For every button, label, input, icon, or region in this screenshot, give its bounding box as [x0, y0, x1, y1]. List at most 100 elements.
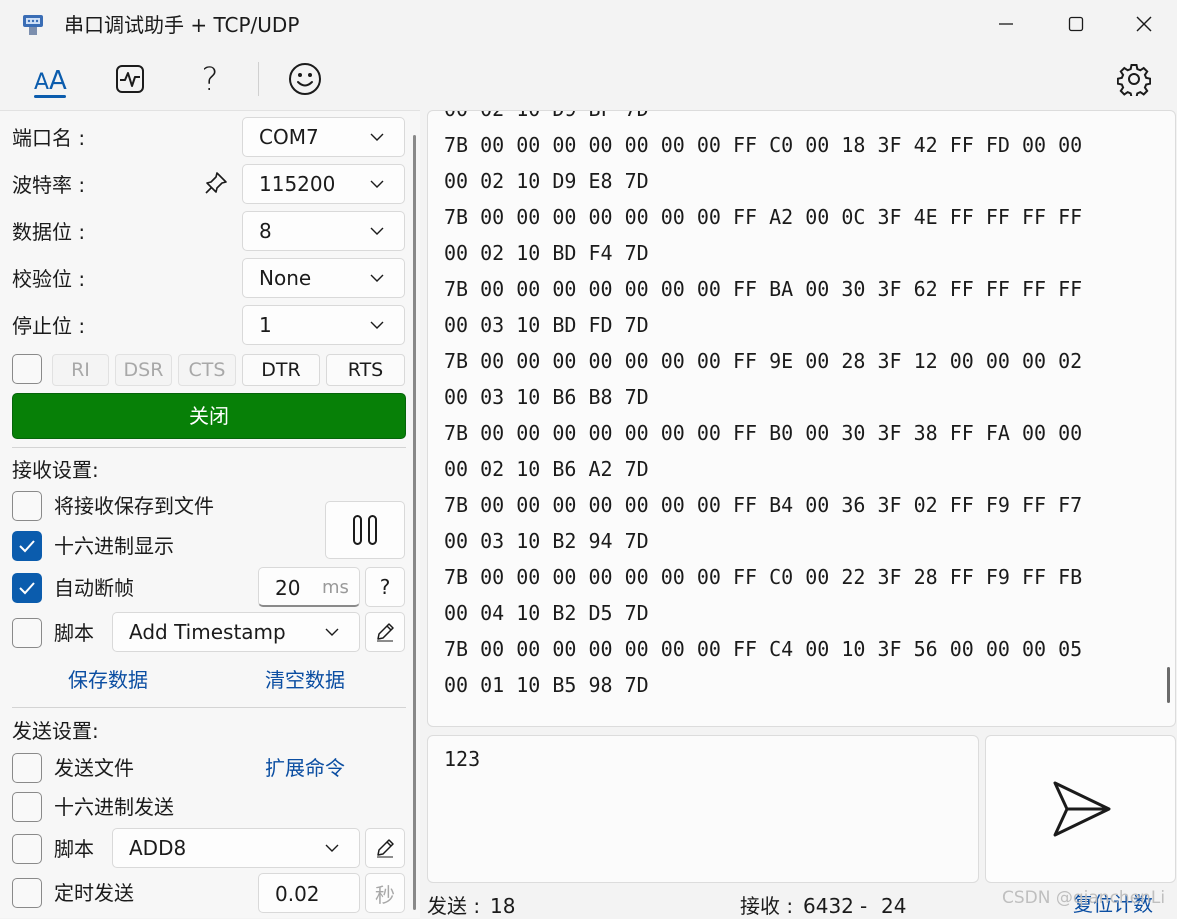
sent-count: 18 — [490, 894, 516, 918]
timed-unit-label: 秒 — [375, 882, 395, 907]
receive-line: 00 02 10 BD F4 7D — [444, 241, 649, 265]
chevron-down-icon — [370, 212, 386, 250]
maximize-button[interactable] — [1042, 0, 1110, 48]
rts-button[interactable]: RTS — [326, 354, 405, 386]
svg-text:A: A — [49, 66, 67, 95]
settings-button[interactable] — [1114, 58, 1154, 100]
pin-icon[interactable] — [203, 170, 229, 200]
receive-line: 7B 00 00 00 00 00 00 00 FF B0 00 30 3F 3… — [444, 421, 1083, 445]
auto-frame-checkbox[interactable] — [12, 573, 42, 603]
receive-line: 00 03 10 B6 B8 7D — [444, 385, 649, 409]
frame-interval-unit: ms — [322, 577, 349, 598]
timed-interval-value: 0.02 — [275, 882, 320, 906]
stopbits-select[interactable]: 1 — [242, 305, 405, 345]
databits-select[interactable]: 8 — [242, 211, 405, 251]
minimize-button[interactable] — [972, 0, 1040, 48]
pause-button[interactable] — [325, 501, 405, 559]
receive-line: 00 03 10 BD FD 7D — [444, 313, 649, 337]
clear-data-link[interactable]: 清空数据 — [265, 667, 345, 693]
stopbits-label: 停止位 : — [12, 314, 86, 338]
frame-help-button[interactable]: ? — [365, 567, 405, 607]
smiley-button[interactable] — [285, 58, 325, 100]
databits-label: 数据位 : — [12, 220, 86, 244]
signal-checkbox[interactable] — [12, 354, 42, 384]
send-section-label: 发送设置: — [12, 719, 99, 743]
send-script-select[interactable]: ADD8 — [112, 828, 360, 868]
help-button[interactable]: ? — [190, 58, 230, 100]
smiley-icon — [289, 63, 321, 95]
parity-value: None — [259, 266, 312, 290]
app-serial-port-icon — [20, 12, 46, 38]
edit-send-script-button[interactable] — [365, 828, 405, 868]
check-icon — [19, 540, 35, 553]
port-select[interactable]: COM7 — [242, 117, 405, 157]
receive-line: 7B 00 00 00 00 00 00 00 FF C0 00 18 3F 4… — [444, 133, 1083, 157]
pen-icon — [377, 839, 394, 858]
text-format-button[interactable]: A A — [30, 58, 70, 100]
chevron-down-icon — [370, 118, 386, 156]
watermark-text: CSDN @qianchenLi — [1002, 888, 1166, 908]
parity-select[interactable]: None — [242, 258, 405, 298]
save-data-link[interactable]: 保存数据 — [68, 667, 148, 693]
waveform-button[interactable] — [110, 58, 150, 100]
receive-line: 00 02 10 D9 BF 7D — [444, 111, 1082, 127]
auto-frame-label: 自动断帧 — [54, 576, 134, 600]
pause-icon — [353, 515, 377, 545]
chevron-down-icon — [325, 613, 341, 651]
receive-section-label: 接收设置: — [12, 458, 99, 482]
port-value: COM7 — [259, 125, 319, 149]
save-to-file-label: 将接收保存到文件 — [54, 494, 214, 518]
received-label: 接收 : — [740, 894, 794, 918]
receive-script-select[interactable]: Add Timestamp — [112, 612, 360, 652]
extended-command-link[interactable]: 扩展命令 — [265, 755, 345, 781]
timed-send-label: 定时发送 — [54, 881, 134, 905]
receive-line: 7B 00 00 00 00 00 00 00 FF 9E 00 28 3F 1… — [444, 349, 1083, 373]
divider — [12, 707, 406, 708]
sent-label: 发送 : — [427, 894, 481, 918]
receive-line: 00 01 10 B5 98 7D — [444, 673, 649, 697]
send-arrow-icon — [1053, 781, 1110, 837]
receive-line: 00 02 10 D9 E8 7D — [444, 169, 649, 193]
settings-scrollbar[interactable] — [413, 135, 416, 910]
close-port-button[interactable]: 关闭 — [12, 393, 406, 439]
close-icon — [1136, 16, 1152, 32]
timed-send-checkbox[interactable] — [12, 878, 42, 908]
received-frames: 24 — [881, 894, 907, 918]
receive-line: 7B 00 00 00 00 00 00 00 FF C4 00 10 3F 5… — [444, 637, 1083, 661]
divider — [12, 447, 406, 448]
chevron-down-icon — [370, 165, 386, 203]
minimize-icon — [999, 23, 1013, 25]
save-to-file-checkbox[interactable] — [12, 491, 42, 521]
send-input[interactable]: 123 — [427, 735, 979, 883]
chevron-down-icon — [325, 829, 341, 867]
receive-text-area[interactable]: 00 02 10 D9 BF 7D 7B 00 00 00 00 00 00 00… — [427, 110, 1176, 727]
send-file-checkbox[interactable] — [12, 753, 42, 783]
chevron-down-icon — [370, 259, 386, 297]
waveform-icon — [116, 65, 144, 93]
receive-script-label: 脚本 — [54, 621, 94, 645]
hex-send-checkbox[interactable] — [12, 792, 42, 822]
receive-line: 00 03 10 B2 94 7D — [444, 529, 649, 553]
receive-script-value: Add Timestamp — [129, 620, 286, 644]
receive-line: 00 04 10 B2 D5 7D — [444, 601, 649, 625]
send-script-checkbox[interactable] — [12, 834, 42, 864]
window-title: 串口调试助手 + TCP/UDP — [64, 13, 300, 37]
port-label: 端口名 : — [12, 126, 86, 150]
edit-receive-script-button[interactable] — [365, 612, 405, 652]
toolbar-separator — [258, 62, 259, 96]
frame-interval-value: 20 — [275, 576, 301, 600]
dtr-button[interactable]: DTR — [242, 354, 320, 386]
timed-interval-input[interactable]: 0.02 — [258, 873, 360, 913]
receive-script-checkbox[interactable] — [12, 618, 42, 648]
parity-label: 校验位 : — [12, 267, 86, 291]
svg-text:A: A — [34, 70, 49, 95]
send-button[interactable] — [985, 735, 1176, 883]
chevron-down-icon — [370, 306, 386, 344]
close-window-button[interactable] — [1110, 0, 1177, 48]
help-icon: ? — [201, 60, 219, 98]
frame-interval-input[interactable]: 20 ms — [258, 567, 360, 607]
baud-select[interactable]: 115200 — [242, 164, 405, 204]
receive-scrollbar[interactable] — [1167, 667, 1170, 703]
hex-display-checkbox[interactable] — [12, 531, 42, 561]
send-script-label: 脚本 — [54, 837, 94, 861]
